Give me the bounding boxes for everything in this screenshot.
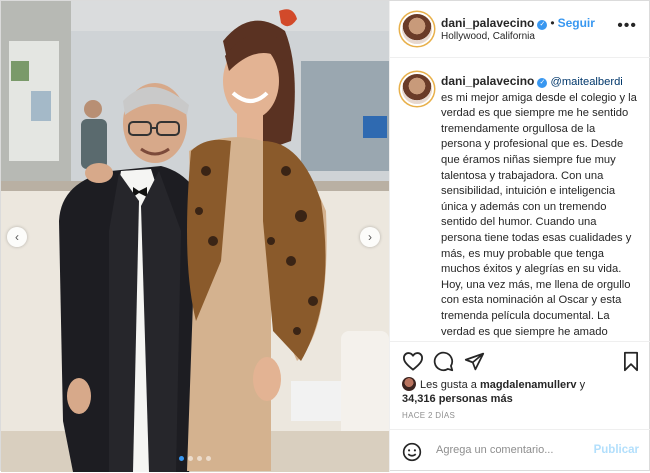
heart-icon[interactable] <box>402 351 424 376</box>
carousel-dot <box>188 456 193 461</box>
separator: • <box>550 16 555 30</box>
chevron-left-icon: ‹ <box>15 230 19 244</box>
likes-count-link[interactable]: 34,316 personas más <box>402 393 513 405</box>
bookmark-icon[interactable] <box>622 351 640 377</box>
liker-username-link[interactable]: magdalenamullerv <box>480 379 577 391</box>
verified-badge-icon: ✓ <box>537 78 548 88</box>
publish-button[interactable]: Publicar <box>594 444 639 456</box>
caption-username-link[interactable]: dani_palavecino <box>441 74 534 88</box>
caption-text: es mi mejor amiga desde el colegio y la … <box>441 91 637 338</box>
photo-illustration <box>1 1 389 472</box>
carousel-dot <box>197 456 202 461</box>
smiley-icon[interactable] <box>402 442 422 467</box>
post-side-panel: dani_palavecino ✓ • Seguir Hollywood, Calif… <box>389 1 650 472</box>
location-link[interactable]: Hollywood, California <box>441 31 535 42</box>
post-header: dani_palavecino ✓ • Seguir Hollywood, Calif… <box>390 1 650 58</box>
follow-button[interactable]: Seguir <box>558 16 595 30</box>
carousel-dots <box>179 456 211 461</box>
likes-summary: Les gusta a magdalenamullerv y 34,316 pe… <box>402 377 642 406</box>
comment-input[interactable] <box>434 443 588 457</box>
avatar[interactable] <box>402 14 432 44</box>
instagram-post: ‹ › dani_palavecino ✓ • Seguir Hollywood, C… <box>0 0 650 472</box>
liker-avatar[interactable] <box>402 377 416 391</box>
avatar[interactable] <box>402 74 432 104</box>
carousel-prev-button[interactable]: ‹ <box>7 227 27 247</box>
verified-badge-icon: ✓ <box>537 20 548 30</box>
likes-mid: y <box>576 379 586 391</box>
likes-prefix: Les gusta a <box>420 379 480 391</box>
post-timestamp[interactable]: HACE 2 DÍAS <box>402 411 455 420</box>
more-options-icon[interactable]: ••• <box>617 17 637 35</box>
mention-link[interactable]: @maitealberdi <box>550 76 622 88</box>
chevron-right-icon: › <box>368 230 372 244</box>
carousel-dot <box>206 456 211 461</box>
post-photo[interactable]: ‹ › <box>1 1 389 472</box>
comment-icon[interactable] <box>433 351 454 377</box>
header-name-row: dani_palavecino ✓ • Seguir <box>441 14 595 32</box>
paper-plane-icon[interactable] <box>464 351 485 377</box>
carousel-dot <box>179 456 184 461</box>
action-bar <box>390 341 650 382</box>
username-link[interactable]: dani_palavecino <box>441 16 534 30</box>
carousel-next-button[interactable]: › <box>360 227 380 247</box>
caption-area[interactable]: dani_palavecino ✓ @maitealberdi es mi mej… <box>390 58 650 341</box>
caption: dani_palavecino ✓ @maitealberdi es mi mej… <box>441 74 637 341</box>
comment-bar: Publicar <box>390 429 650 473</box>
